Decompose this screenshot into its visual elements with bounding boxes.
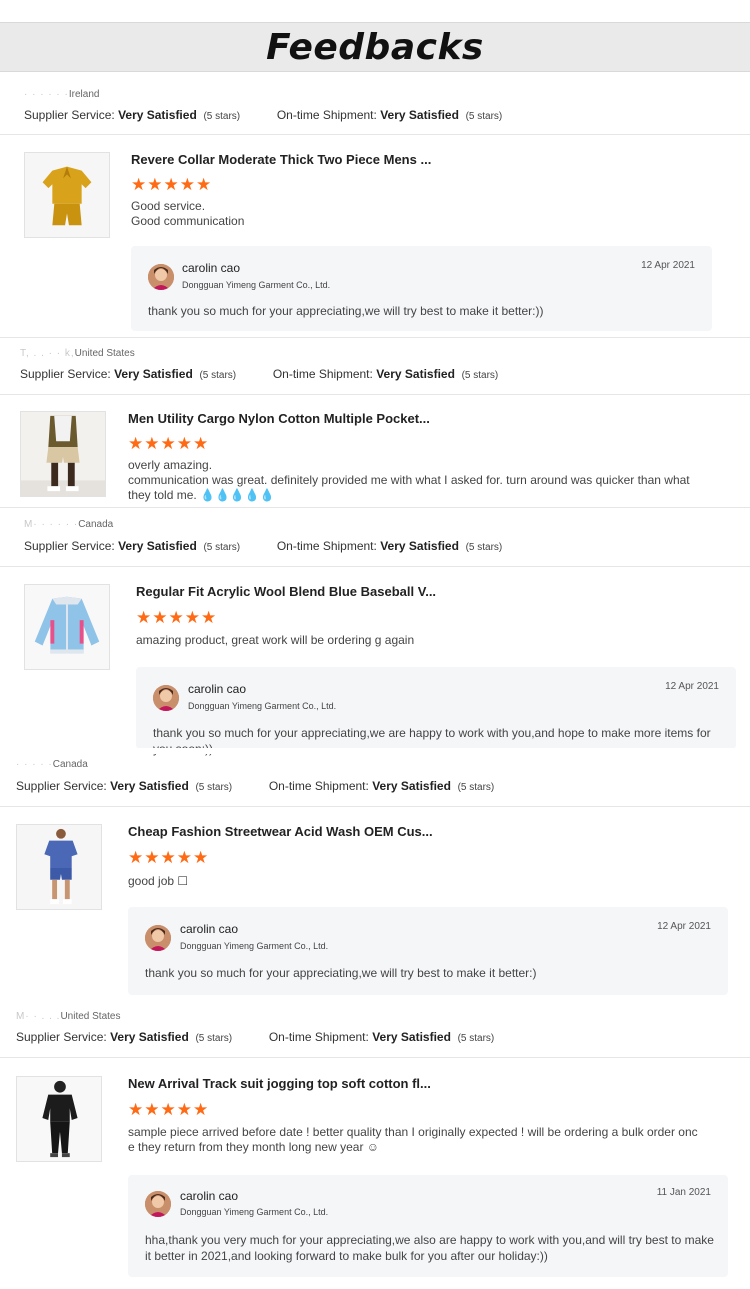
reply-date: 11 Jan 2021 — [656, 1187, 711, 1198]
avatar-icon — [153, 685, 179, 711]
reply-date: 12 Apr 2021 — [665, 681, 719, 692]
crop-gap — [0, 748, 750, 754]
product-title[interactable]: New Arrival Track suit jogging top soft … — [128, 1076, 431, 1091]
reply-author: carolin cao — [180, 922, 239, 936]
reply-author: carolin cao — [180, 1189, 239, 1203]
divider — [0, 394, 750, 395]
reply-author: carolin cao — [188, 682, 247, 696]
divider — [0, 337, 750, 338]
ratings-row: Supplier Service: Very Satisfied (5 star… — [16, 1030, 495, 1044]
reply-text: hha,thank you very much for your appreci… — [145, 1233, 714, 1263]
ratings-row: Supplier Service: Very Satisfied (5 star… — [24, 539, 503, 553]
supplier-reply: carolin cao Dongguan Yimeng Garment Co.,… — [128, 1175, 728, 1277]
reply-company: Dongguan Yimeng Garment Co., Ltd. — [180, 1207, 329, 1217]
rating-stars: ★★★★★ — [128, 1100, 210, 1119]
rating-stars: ★★★★★ — [136, 608, 218, 627]
page-title: Feedbacks — [266, 26, 484, 68]
review-text: sample piece arrived before date ! bette… — [128, 1125, 698, 1154]
divider — [0, 134, 750, 135]
avatar-icon — [145, 1191, 171, 1217]
ratings-row: Supplier Service: Very Satisfied (5 star… — [24, 108, 503, 122]
product-thumbnail-image[interactable] — [16, 824, 102, 910]
ratings-row: Supplier Service: Very Satisfied (5 star… — [20, 367, 499, 381]
divider — [0, 1057, 750, 1058]
supplier-reply: carolin cao Dongguan Yimeng Garment Co.,… — [131, 246, 712, 331]
product-thumbnail-image[interactable] — [24, 584, 110, 670]
product-thumbnail-image[interactable] — [24, 152, 110, 238]
product-title[interactable]: Men Utility Cargo Nylon Cotton Multiple … — [128, 411, 430, 426]
buyer-info: M· · . . .United States — [16, 1011, 121, 1022]
review-text: Good service. Good communication — [131, 199, 245, 228]
review-text: overly amazing. communication was great.… — [128, 458, 690, 502]
product-title[interactable]: Cheap Fashion Streetwear Acid Wash OEM C… — [128, 824, 433, 839]
supplier-reply: carolin cao Dongguan Yimeng Garment Co.,… — [128, 907, 728, 995]
reply-company: Dongguan Yimeng Garment Co., Ltd. — [180, 941, 329, 951]
product-thumbnail-image[interactable] — [20, 411, 106, 497]
reply-text: thank you so much for your appreciating,… — [145, 966, 537, 980]
avatar-icon — [148, 264, 174, 290]
product-title[interactable]: Revere Collar Moderate Thick Two Piece M… — [131, 152, 431, 167]
divider — [0, 566, 750, 567]
review-text: amazing product, great work will be orde… — [136, 633, 415, 647]
reply-date: 12 Apr 2021 — [657, 921, 711, 932]
rating-stars: ★★★★★ — [128, 848, 210, 867]
divider — [0, 806, 750, 807]
reply-author: carolin cao — [182, 261, 241, 275]
buyer-info: M· · · · · ·Canada — [24, 519, 114, 530]
review-text: good job ☐ — [128, 874, 189, 888]
supplier-reply: carolin cao Dongguan Yimeng Garment Co.,… — [136, 667, 736, 756]
divider — [0, 507, 750, 508]
product-title[interactable]: Regular Fit Acrylic Wool Blend Blue Base… — [136, 584, 436, 599]
reply-date: 12 Apr 2021 — [641, 260, 695, 271]
reply-company: Dongguan Yimeng Garment Co., Ltd. — [188, 701, 337, 711]
reply-company: Dongguan Yimeng Garment Co., Ltd. — [182, 280, 331, 290]
avatar-icon — [145, 925, 171, 951]
buyer-info: · · · · ·Canada — [16, 759, 88, 770]
feedbacks-header: Feedbacks — [0, 22, 750, 72]
reply-text: thank you so much for your appreciating,… — [148, 304, 544, 318]
buyer-info: · · · · · ·Ireland — [24, 89, 100, 100]
buyer-info: T, . . · · k,United States — [20, 348, 135, 359]
product-thumbnail-image[interactable] — [16, 1076, 102, 1162]
rating-stars: ★★★★★ — [131, 175, 213, 194]
rating-stars: ★★★★★ — [128, 434, 210, 453]
ratings-row: Supplier Service: Very Satisfied (5 star… — [16, 779, 495, 793]
